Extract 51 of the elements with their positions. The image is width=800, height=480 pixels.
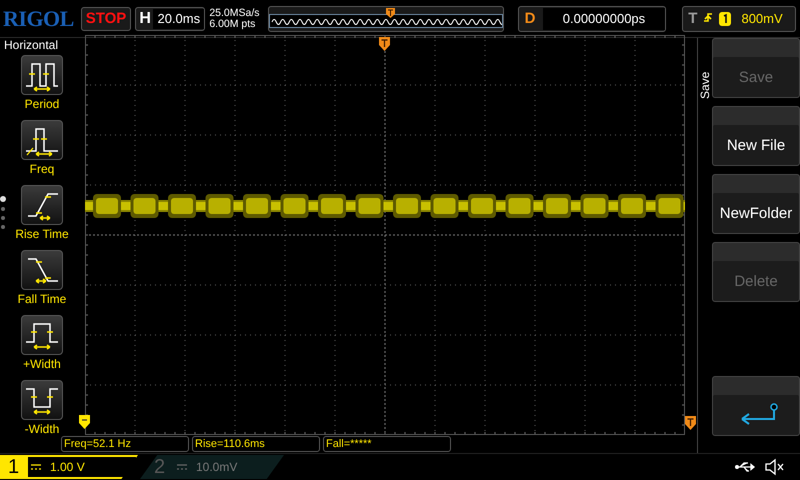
page-indicator-dot[interactable] [1,216,5,220]
page-indicator-dot[interactable] [1,225,5,229]
page-indicator-dot[interactable] [0,196,6,202]
trigger-level-icon [685,416,696,430]
speaker-muted-icon [764,458,786,476]
trigger-position-icon [379,37,390,51]
channel-number: 1 [8,456,20,478]
channel-marker-icon [79,415,90,429]
channel-tab[interactable]: 1 1.00 V [0,455,138,479]
trigger-position-icon [386,8,395,18]
dc-coupling-icon [30,463,42,471]
softkey-button[interactable]: NewFolder [712,174,800,234]
trigger-label: T [688,10,698,27]
trigger-level: 800mV [741,11,783,26]
softkey-button[interactable]: New File [712,106,800,166]
measurement-readout: Rise=110.6ms [192,436,320,452]
channel-number: 2 [154,456,166,478]
measure-label: Period [24,97,60,111]
measure-button[interactable] [21,315,63,355]
timebase-panel[interactable]: H 20.0ms [135,6,206,30]
delay-value: 0.00000000ps [542,8,666,30]
back-button[interactable] [712,376,800,436]
delay-label: D [524,10,536,27]
measurement-readout: Freq=52.1 Hz [61,436,189,452]
channel-scale: 10.0mV [196,460,238,474]
measure-button[interactable] [21,120,63,160]
brand-logo: RIGOL [3,6,75,32]
menu-title: Save [698,72,712,102]
measure-button[interactable] [21,185,63,225]
trigger-panel[interactable]: T 800mV [682,6,796,32]
channel-scale: 1.00 V [50,460,85,474]
measurement-readout: Fall=***** [323,436,451,452]
measure-button[interactable] [21,250,63,290]
page-indicator-dot[interactable] [1,207,5,211]
menu-title: Horizontal [2,38,60,52]
timebase-label: H [139,10,152,28]
measure-label: Fall Time [18,292,66,306]
measure-button[interactable] [21,380,63,420]
run-stop-button[interactable]: STOP [80,6,132,30]
channel-source-icon [719,12,732,26]
measure-label: Freq [30,162,54,176]
delay-panel[interactable]: D 0.00000000ps [518,6,666,32]
channel-tab[interactable]: 2 10.0mV [140,455,284,479]
timebase-value: 20.0ms [153,8,204,28]
measure-button[interactable] [21,55,63,95]
sample-rate: 25.0MSa/s [209,8,261,18]
measure-label: -Width [24,422,60,436]
measure-label: +Width [23,357,61,371]
measure-label: Rise Time [15,227,69,241]
memory-depth: 6.00M pts [209,18,256,30]
dc-coupling-icon [176,463,188,471]
